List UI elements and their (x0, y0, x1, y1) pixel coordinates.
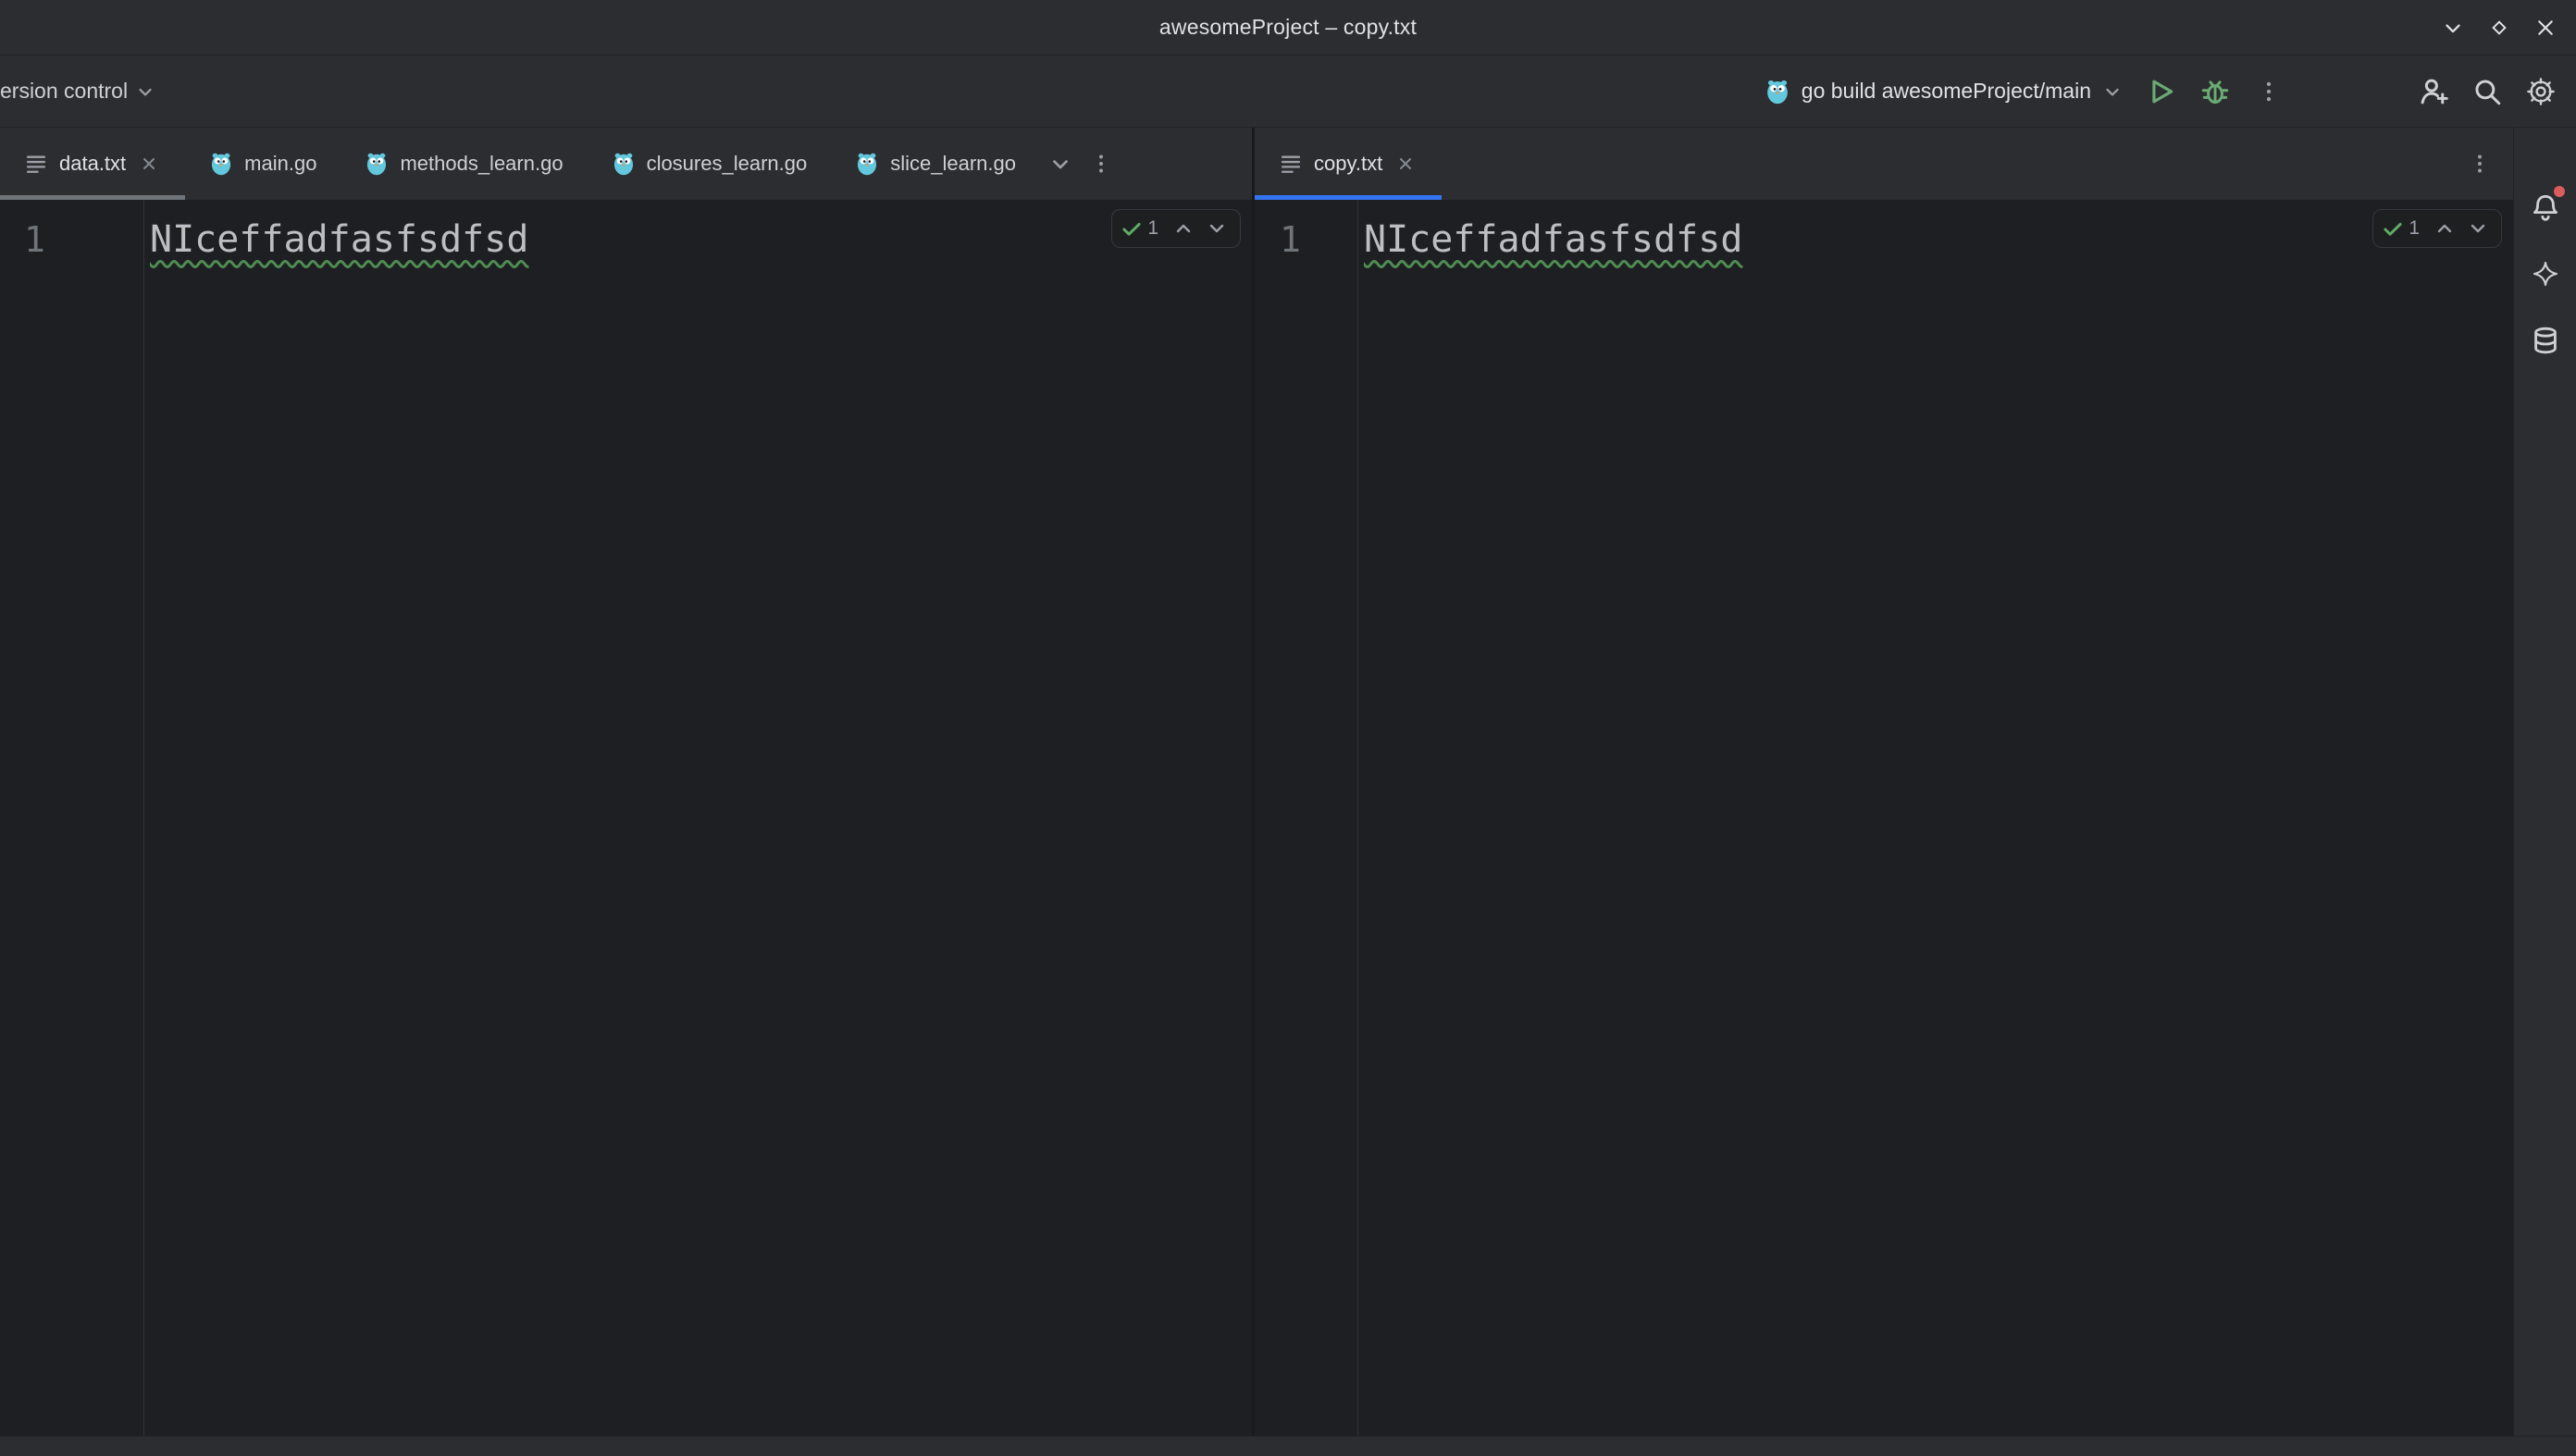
search-icon (2471, 76, 2503, 107)
tab-main-go[interactable]: main.go (185, 128, 341, 200)
code-with-me-button[interactable] (2411, 69, 2456, 114)
chevron-down-icon (1206, 217, 1228, 240)
ai-assistant-button[interactable] (2523, 252, 2568, 296)
line-text-typo: NIceffadfasfsdfsd (150, 218, 528, 261)
run-configuration-selector[interactable]: go build awesomeProject/main (1757, 71, 2130, 112)
tab-close-button[interactable] (1393, 152, 1418, 176)
editor-pane-right: copy.txt 1 NIceffadfasfsdfsd (1255, 128, 2513, 1436)
add-user-icon (2418, 76, 2449, 107)
line-number: 1 (1280, 219, 1301, 260)
tab-label: slice_learn.go (890, 152, 1016, 176)
inspection-count: 1 (2409, 217, 2420, 240)
inspection-count: 1 (1147, 217, 1158, 240)
close-icon (2534, 17, 2557, 39)
window-controls (2434, 0, 2565, 55)
version-control-label: ersion control (0, 79, 128, 104)
gopher-icon (612, 152, 636, 176)
editor-left: 1 NIceffadfasfsdfsd 1 (0, 200, 1252, 1436)
close-button[interactable] (2526, 8, 2565, 47)
chevron-down-icon (2102, 81, 2123, 102)
next-problem-button[interactable] (2462, 213, 2494, 244)
text-file-icon (1279, 152, 1303, 176)
notification-badge (2554, 186, 2565, 197)
editor-content[interactable]: NIceffadfasfsdfsd (1358, 200, 2513, 1436)
tab-options-button[interactable] (1081, 143, 1121, 184)
text-file-icon (24, 152, 48, 176)
line-text-typo: NIceffadfasfsdfsd (1364, 218, 1742, 261)
chevron-down-icon (2441, 16, 2465, 40)
editor-split-container: data.txt main.go methods_learn.go (0, 128, 2513, 1436)
ide-window: awesomeProject – copy.txt ersion control (0, 0, 2576, 1456)
toolbar-right-group: go build awesomeProject/main (1757, 69, 2563, 114)
title-bar: awesomeProject – copy.txt (0, 0, 2576, 56)
close-icon (1396, 154, 1415, 173)
chevron-down-icon (1048, 152, 1072, 176)
bug-icon (2199, 76, 2231, 107)
check-icon (2381, 216, 2405, 241)
kebab-menu-icon (1090, 153, 1112, 175)
chevron-down-icon (135, 81, 155, 102)
gopher-icon (365, 152, 389, 176)
tab-slice-learn-go[interactable]: slice_learn.go (831, 128, 1040, 200)
tab-label: data.txt (59, 152, 126, 176)
play-icon (2146, 76, 2177, 107)
run-configuration-label: go build awesomeProject/main (1802, 79, 2091, 104)
previous-problem-button[interactable] (1168, 213, 1199, 244)
settings-button[interactable] (2519, 69, 2563, 114)
gopher-icon (855, 152, 879, 176)
tab-closures-learn-go[interactable]: closures_learn.go (588, 128, 832, 200)
minimize-button[interactable] (2434, 8, 2472, 47)
more-actions-button[interactable] (2247, 69, 2291, 114)
tab-data-txt[interactable]: data.txt (0, 128, 185, 200)
main-area: data.txt main.go methods_learn.go (0, 128, 2576, 1436)
database-button[interactable] (2523, 318, 2568, 363)
tab-label: main.go (244, 152, 316, 176)
status-bar (0, 1436, 2576, 1456)
editor-pane-left: data.txt main.go methods_learn.go (0, 128, 1252, 1436)
kebab-menu-icon (2469, 153, 2491, 175)
editor-gutter[interactable]: 1 (1255, 200, 1358, 1436)
tab-label: methods_learn.go (400, 152, 563, 176)
tab-label: closures_learn.go (647, 152, 808, 176)
window-title: awesomeProject – copy.txt (1159, 15, 1417, 40)
tab-options-button[interactable] (2459, 143, 2500, 184)
database-icon (2531, 326, 2560, 355)
chevron-up-icon (1172, 217, 1195, 240)
tab-close-button[interactable] (137, 152, 161, 176)
maximize-button[interactable] (2480, 8, 2519, 47)
tab-bar-right: copy.txt (1255, 128, 2513, 200)
ai-assistant-icon (2531, 259, 2560, 289)
gear-icon (2525, 76, 2557, 107)
tab-bar-left: data.txt main.go methods_learn.go (0, 128, 1252, 200)
main-toolbar: ersion control go build awesomeProject/m… (0, 56, 2576, 128)
bell-icon (2531, 192, 2560, 222)
tab-copy-txt[interactable]: copy.txt (1255, 128, 1442, 200)
gopher-icon (209, 152, 233, 176)
line-number: 1 (24, 219, 45, 260)
tab-label: copy.txt (1314, 152, 1382, 176)
search-everywhere-button[interactable] (2465, 69, 2509, 114)
hidden-tabs-button[interactable] (1040, 143, 1081, 184)
editor-content[interactable]: NIceffadfasfsdfsd (144, 200, 1252, 1436)
chevron-up-icon (2434, 217, 2456, 240)
chevron-down-icon (2467, 217, 2489, 240)
previous-problem-button[interactable] (2429, 213, 2460, 244)
close-icon (140, 154, 158, 173)
editor-gutter[interactable]: 1 (0, 200, 144, 1436)
kebab-menu-icon (2257, 80, 2281, 104)
check-icon (1120, 216, 1144, 241)
debug-button[interactable] (2193, 69, 2237, 114)
editor-right: 1 NIceffadfasfsdfsd 1 (1255, 200, 2513, 1436)
inspection-widget: 1 (1111, 209, 1241, 248)
gopher-icon (1765, 79, 1790, 105)
diamond-icon (2488, 17, 2510, 39)
run-button[interactable] (2139, 69, 2184, 114)
tab-bar-spacer (1442, 128, 2459, 200)
tab-methods-learn-go[interactable]: methods_learn.go (341, 128, 587, 200)
right-tool-strip (2513, 128, 2576, 1436)
inspection-widget: 1 (2372, 209, 2502, 248)
next-problem-button[interactable] (1201, 213, 1232, 244)
notifications-button[interactable] (2523, 185, 2568, 229)
version-control-widget[interactable]: ersion control (0, 71, 165, 111)
